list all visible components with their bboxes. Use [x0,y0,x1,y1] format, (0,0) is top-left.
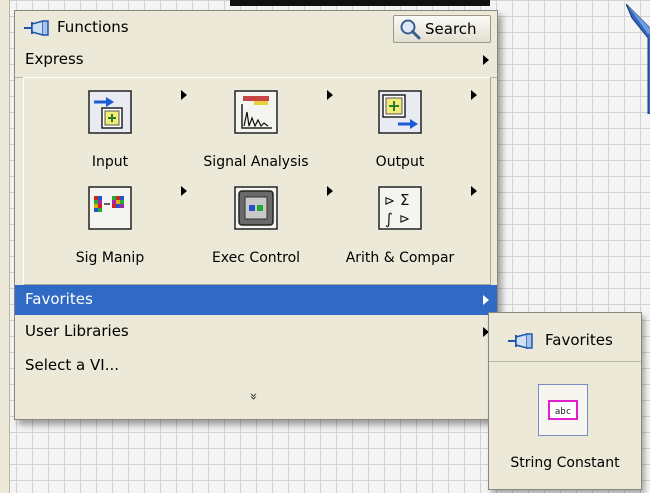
palette-item-label: Signal Analysis [203,154,309,170]
palette-item-output[interactable]: Output [330,90,477,180]
palette-item-label: Arith & Compar [345,250,455,266]
top-dark-strip [230,0,490,6]
functions-palette: Functions Search Express Input Signal An… [14,10,498,420]
palette-item-sig-manip[interactable]: Sig Manip [40,186,187,276]
palette-item-arith-compar[interactable]: ⊳ Σ ∫ ⊳ Arith & Compar [330,186,477,276]
magnifier-icon [398,18,422,44]
palette-title-bar: Functions Search [15,11,497,45]
submenu-arrow-icon [471,90,477,100]
divider [489,361,641,362]
svg-text:∫: ∫ [385,210,393,228]
palette-item-input[interactable]: Input [40,90,187,180]
string-constant-icon: abc [548,400,578,424]
svg-text:Σ: Σ [400,191,409,209]
pushpin-icon[interactable] [507,331,535,355]
arith-compar-icon: ⊳ Σ ∫ ⊳ [378,186,422,230]
category-express[interactable]: Express [15,45,497,75]
menu-item-select-vi[interactable]: Select a VI... [15,351,497,381]
palette-item-label: Input [91,154,129,170]
search-button[interactable]: Search [393,15,491,43]
palette-item-exec-control[interactable]: Exec Control [186,186,333,276]
signal-analysis-icon [234,90,278,134]
favorites-title: Favorites [545,331,613,349]
submenu-arrow-icon [483,55,489,65]
expand-more-icon[interactable]: » [245,393,260,401]
exec-control-icon [234,186,278,230]
output-icon [378,90,422,134]
pointer-arrow-icon [626,4,650,114]
palette-item-label: Output [375,154,425,170]
string-constant-icon-text: abc [555,407,571,417]
menu-item-label: Favorites [25,290,93,308]
palette-item-string-constant[interactable]: abc [538,384,588,436]
palette-title: Functions [57,18,129,36]
favorites-title-bar: Favorites [489,313,641,353]
search-label: Search [425,20,477,38]
svg-text:⊳: ⊳ [384,194,395,209]
svg-text:⊳: ⊳ [399,212,410,227]
window-left-edge [0,0,10,493]
palette-item-label: Exec Control [211,250,301,266]
menu-item-favorites[interactable]: Favorites [15,285,497,315]
favorites-subpalette: Favorites abc String Constant [488,312,642,490]
pushpin-icon[interactable] [23,18,51,42]
palette-item-label: Sig Manip [75,250,145,266]
sig-manip-icon [88,186,132,230]
submenu-arrow-icon [483,295,489,305]
menu-item-user-libraries[interactable]: User Libraries [15,317,497,347]
category-express-label: Express [25,50,84,68]
input-icon [88,90,132,134]
palette-item-signal-analysis[interactable]: Signal Analysis [186,90,333,180]
menu-item-label: User Libraries [25,322,129,340]
submenu-arrow-icon [471,186,477,196]
menu-item-label: Select a VI... [25,356,119,374]
express-subpalette: Input Signal Analysis Output Sig Manip E… [23,77,491,285]
string-constant-label: String Constant [510,455,620,471]
